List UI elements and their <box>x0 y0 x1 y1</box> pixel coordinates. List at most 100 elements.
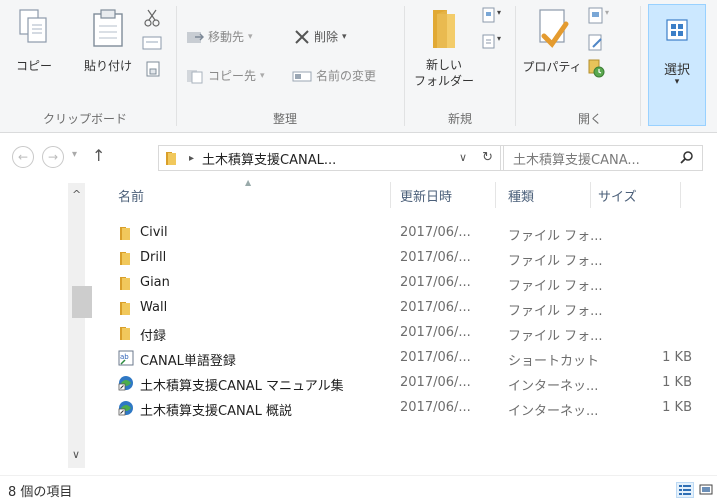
column-header-date[interactable]: 更新日時 <box>400 186 452 205</box>
paste-label: 貼り付け <box>83 59 132 73</box>
folder-icon <box>120 327 130 340</box>
internet-shortcut-icon <box>118 401 133 416</box>
open-button[interactable]: ▾ <box>586 6 616 26</box>
delete-icon <box>295 29 309 44</box>
select-button[interactable]: 選択 ▾ <box>648 4 706 126</box>
column-header-type[interactable]: 種類 <box>508 186 534 205</box>
delete-button[interactable]: 削除 ▾ <box>294 28 347 45</box>
scroll-up-button[interactable]: ^ <box>72 188 81 201</box>
file-date: 2017/06/... <box>400 325 471 340</box>
search-box[interactable]: 土木積算支援CANA... <box>500 145 703 171</box>
file-row[interactable]: 土木積算支援CANAL マニュアル集 2017/06/... インターネッ...… <box>118 372 708 394</box>
large-icons-view-button[interactable] <box>698 482 714 498</box>
column-divider[interactable] <box>495 182 496 208</box>
clipboard-group-label: クリップボード <box>42 112 127 126</box>
file-row[interactable]: 付録 2017/06/... ファイル フォ... <box>118 322 708 344</box>
details-view-icon <box>679 485 691 495</box>
svg-text:▾: ▾ <box>605 8 609 17</box>
chevron-down-icon: ▾ <box>260 70 265 81</box>
delete-label: 削除 <box>314 30 339 44</box>
file-type: インターネッ... <box>508 404 599 419</box>
column-header-name[interactable]: 名前 <box>118 186 144 205</box>
chevron-down-icon: ▾ <box>342 31 347 42</box>
select-icon <box>666 19 688 41</box>
vertical-scrollbar[interactable] <box>68 183 85 468</box>
properties-label: プロパティ <box>522 60 582 74</box>
file-row[interactable]: 土木積算支援CANAL 概説 2017/06/... インターネッ... 1 K… <box>118 397 708 419</box>
file-row[interactable]: Drill 2017/06/... ファイル フォ... <box>118 247 708 269</box>
ribbon: コピー 貼り付け クリップボード 移動先 ▾ コピー先 ▾ 削除 ▾ 名前の変更… <box>0 0 717 133</box>
move-to-icon <box>187 31 204 43</box>
open-icon: ▾ <box>588 7 609 24</box>
scroll-down-button[interactable]: ∨ <box>72 448 80 461</box>
new-folder-label-line2: フォルダー <box>413 74 474 88</box>
file-type: インターネッ... <box>508 379 599 394</box>
ribbon-separator <box>404 6 405 126</box>
up-button[interactable]: ↑ <box>92 146 105 165</box>
copy-label: コピー <box>15 59 52 73</box>
file-date: 2017/06/... <box>400 350 471 365</box>
file-name: 付録 <box>140 329 167 344</box>
properties-icon <box>539 9 569 48</box>
svg-text:▾: ▾ <box>497 8 501 17</box>
address-bar[interactable]: ▸ 土木積算支援CANAL... ∨ ↻ <box>158 145 504 171</box>
chevron-up-icon: ^ <box>72 188 82 201</box>
chevron-down-icon: ∨ <box>458 151 467 164</box>
copy-button[interactable]: コピー <box>10 6 58 96</box>
file-row[interactable]: ab CANAL単語登録 2017/06/... ショートカット 1 KB <box>118 347 708 369</box>
move-to-button[interactable]: 移動先 ▾ <box>186 28 253 45</box>
details-view-button[interactable] <box>676 482 694 498</box>
scissors-icon <box>144 9 160 27</box>
easy-access-icon: ▾ <box>482 34 501 49</box>
paste-button[interactable]: 貼り付け <box>80 6 136 96</box>
rename-button[interactable]: 名前の変更 <box>292 67 376 84</box>
edit-icon <box>588 34 602 51</box>
column-header-size[interactable]: サイズ <box>598 186 637 205</box>
file-row[interactable]: Civil 2017/06/... ファイル フォ... <box>118 222 708 244</box>
copy-to-button[interactable]: コピー先 ▾ <box>186 67 265 84</box>
file-date: 2017/06/... <box>400 225 471 240</box>
file-size: 1 KB <box>662 400 692 415</box>
new-folder-label-line1: 新しい <box>425 58 462 72</box>
easy-access-button[interactable]: ▾ <box>480 32 506 54</box>
column-divider[interactable] <box>590 182 591 208</box>
file-name: 土木積算支援CANAL マニュアル集 <box>140 379 344 394</box>
search-input[interactable]: 土木積算支援CANA... <box>513 149 640 168</box>
file-date: 2017/06/... <box>400 375 471 390</box>
folder-icon <box>120 227 130 240</box>
copy-path-button[interactable] <box>142 34 164 54</box>
back-button[interactable]: ← <box>12 146 34 168</box>
address-dropdown-button[interactable]: ∨ <box>459 151 467 164</box>
forward-button[interactable]: → <box>42 146 64 168</box>
file-date: 2017/06/... <box>400 300 471 315</box>
file-name: Drill <box>140 250 167 265</box>
column-divider[interactable] <box>680 182 681 208</box>
file-name: CANAL単語登録 <box>140 354 236 369</box>
copy-path-icon <box>142 36 162 50</box>
copy-to-label: コピー先 <box>208 69 257 83</box>
new-folder-button[interactable]: 新しい フォルダー <box>412 4 476 100</box>
file-type: ファイル フォ... <box>508 279 603 294</box>
cut-button[interactable] <box>142 8 164 28</box>
file-row[interactable]: Gian 2017/06/... ファイル フォ... <box>118 272 708 294</box>
move-to-label: 移動先 <box>208 30 245 44</box>
refresh-button[interactable]: ↻ <box>482 150 493 165</box>
new-item-button[interactable]: ▾ <box>480 6 506 28</box>
up-arrow-icon: ↑ <box>92 146 106 165</box>
file-row[interactable]: Wall 2017/06/... ファイル フォ... <box>118 297 708 319</box>
file-name: 土木積算支援CANAL 概説 <box>140 404 292 419</box>
recent-locations-button[interactable]: ▾ <box>72 149 77 160</box>
file-type: ファイル フォ... <box>508 329 603 344</box>
history-button[interactable] <box>586 58 608 80</box>
edit-button[interactable] <box>586 33 608 53</box>
copy-icon <box>19 9 47 43</box>
file-name: Wall <box>140 300 168 315</box>
file-type: ファイル フォ... <box>508 254 603 269</box>
chevron-down-icon: ▾ <box>72 149 78 160</box>
properties-button[interactable]: プロパティ <box>522 6 582 96</box>
chevron-down-icon: ▾ <box>674 77 680 87</box>
scrollbar-thumb[interactable] <box>72 286 92 318</box>
folder-icon <box>166 152 176 165</box>
column-divider[interactable] <box>390 182 391 208</box>
paste-shortcut-button[interactable] <box>144 60 164 80</box>
